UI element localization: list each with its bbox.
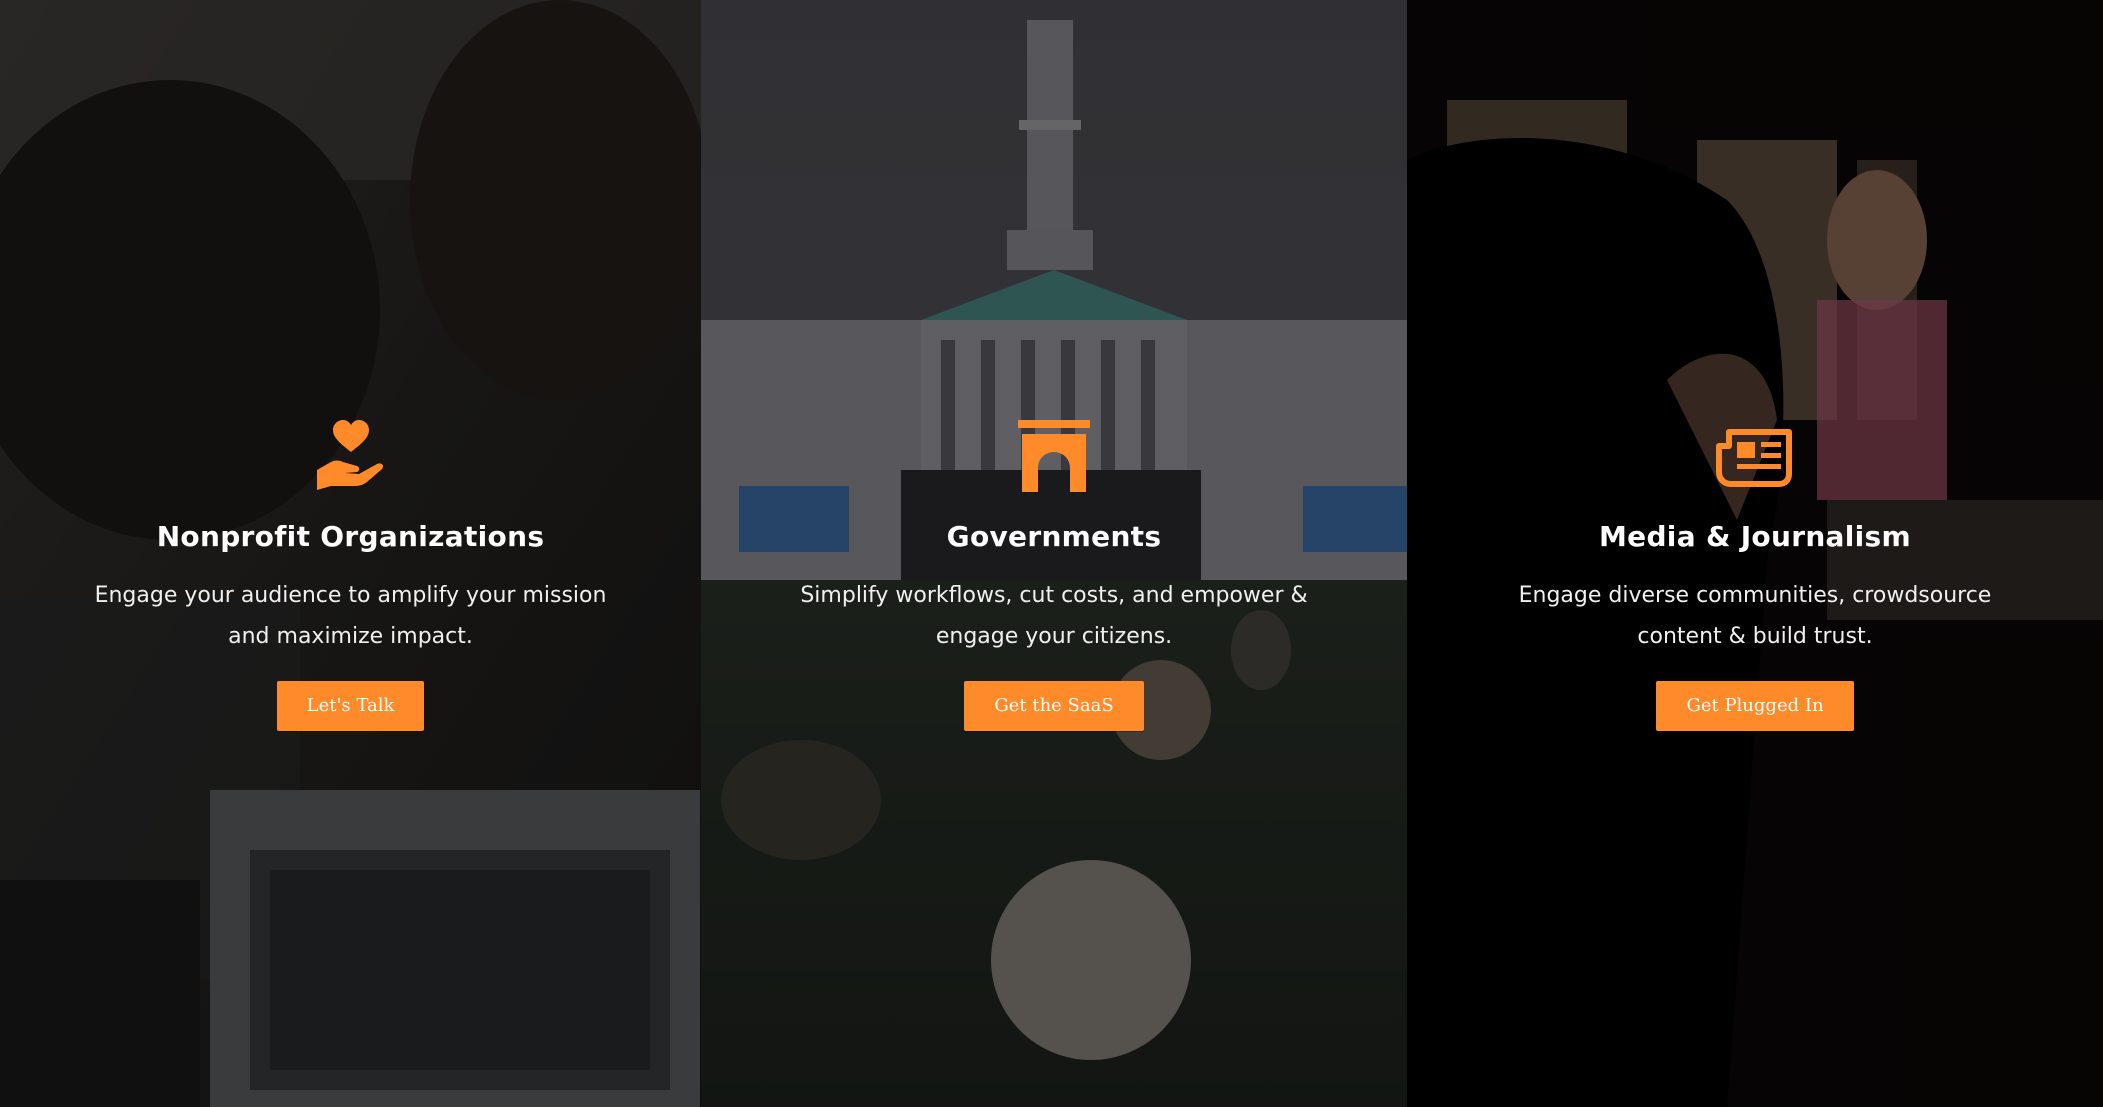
panel-content: Governments Simplify workflows, cut cost… xyxy=(701,418,1407,731)
panel-title: Nonprofit Organizations xyxy=(156,520,545,553)
lets-talk-button[interactable]: Let's Talk xyxy=(276,680,425,731)
panel-description: Simplify workflows, cut costs, and empow… xyxy=(800,582,1308,649)
government-arch-icon xyxy=(1014,418,1094,494)
panel-description: Engage your audience to amplify your mis… xyxy=(94,582,607,649)
panel-title: Media & Journalism xyxy=(1599,520,1911,553)
newspaper-icon xyxy=(1715,418,1795,494)
panel-media-journalism: Media & Journalism Engage diverse commun… xyxy=(1407,0,2103,1107)
get-plugged-in-button[interactable]: Get Plugged In xyxy=(1656,680,1854,731)
panel-description: Engage diverse communities, crowdsource … xyxy=(1518,582,1992,649)
panel-content: Media & Journalism Engage diverse commun… xyxy=(1407,418,2103,731)
get-the-saas-button[interactable]: Get the SaaS xyxy=(964,680,1144,731)
panel-title: Governments xyxy=(946,520,1162,553)
hand-heart-icon xyxy=(311,418,391,494)
panel-governments: Governments Simplify workflows, cut cost… xyxy=(701,0,1407,1107)
segments-section: Nonprofit Organizations Engage your audi… xyxy=(0,0,2103,1107)
panel-content: Nonprofit Organizations Engage your audi… xyxy=(0,418,701,731)
panel-nonprofit: Nonprofit Organizations Engage your audi… xyxy=(0,0,701,1107)
